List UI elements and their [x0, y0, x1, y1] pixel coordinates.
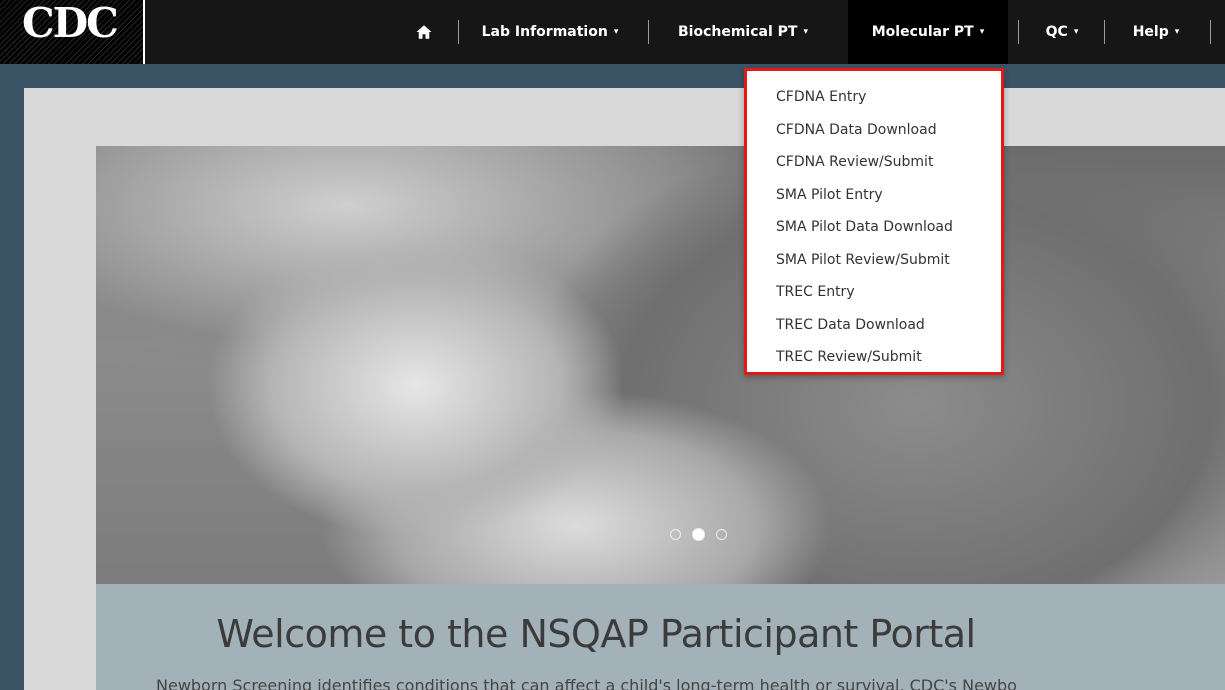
caret-down-icon: ▾ [803, 27, 808, 37]
menu-item-cfdna-review-submit[interactable]: CFDNA Review/Submit [747, 150, 1001, 183]
nav-separator [458, 20, 459, 44]
carousel-dot[interactable] [670, 529, 681, 540]
nav-help[interactable]: Help ▾ [1114, 0, 1198, 64]
menu-item-sma-pilot-review-submit[interactable]: SMA Pilot Review/Submit [747, 248, 1001, 281]
nav-qc[interactable]: QC ▾ [1028, 0, 1096, 64]
caret-down-icon: ▾ [979, 27, 985, 37]
menu-item-sma-pilot-data-download[interactable]: SMA Pilot Data Download [747, 215, 1001, 248]
molecular-pt-dropdown-menu: CFDNA Entry CFDNA Data Download CFDNA Re… [744, 68, 1004, 375]
menu-item-cfdna-entry[interactable]: CFDNA Entry [747, 85, 1001, 118]
top-navbar: CDC Lab Information ▾ Biochemical PT ▾ M… [0, 0, 1225, 64]
nav-label: Lab Information [481, 24, 608, 40]
carousel-dot[interactable] [716, 529, 727, 540]
nav-label: Biochemical PT [678, 24, 798, 40]
menu-item-trec-review-submit[interactable]: TREC Review/Submit [747, 345, 1001, 378]
menu-item-sma-pilot-entry[interactable]: SMA Pilot Entry [747, 183, 1001, 216]
logo-text: CDC [22, 0, 119, 47]
menu-item-trec-data-download[interactable]: TREC Data Download [747, 313, 1001, 346]
nav-separator [1018, 20, 1019, 44]
carousel-indicators [670, 528, 727, 541]
carousel-dot-active[interactable] [692, 528, 705, 541]
nav-biochemical-pt[interactable]: Biochemical PT ▾ [658, 0, 828, 64]
menu-item-cfdna-data-download[interactable]: CFDNA Data Download [747, 118, 1001, 151]
cdc-logo[interactable]: CDC [0, 0, 145, 64]
welcome-title: Welcome to the NSQAP Participant Portal [216, 612, 976, 656]
caret-down-icon: ▾ [613, 27, 619, 37]
caret-down-icon: ▾ [1073, 27, 1079, 37]
nav-separator [1104, 20, 1105, 44]
nav-label: QC [1045, 24, 1068, 40]
hero-carousel-image [96, 146, 1225, 584]
welcome-section: Welcome to the NSQAP Participant Portal … [96, 584, 1225, 690]
nav-molecular-pt[interactable]: Molecular PT ▾ [848, 0, 1008, 64]
nav-lab-information[interactable]: Lab Information ▾ [462, 0, 638, 64]
menu-item-trec-entry[interactable]: TREC Entry [747, 280, 1001, 313]
nav-separator [1210, 20, 1211, 44]
caret-down-icon: ▾ [1174, 27, 1180, 37]
home-icon [416, 25, 432, 39]
logo-divider [143, 0, 145, 64]
welcome-intro-text: Newborn Screening identifies conditions … [156, 676, 1017, 690]
nav-separator [648, 20, 649, 44]
nav-label: Help [1132, 24, 1169, 40]
nav-label: Molecular PT [871, 24, 974, 40]
nav-home[interactable] [404, 0, 444, 64]
